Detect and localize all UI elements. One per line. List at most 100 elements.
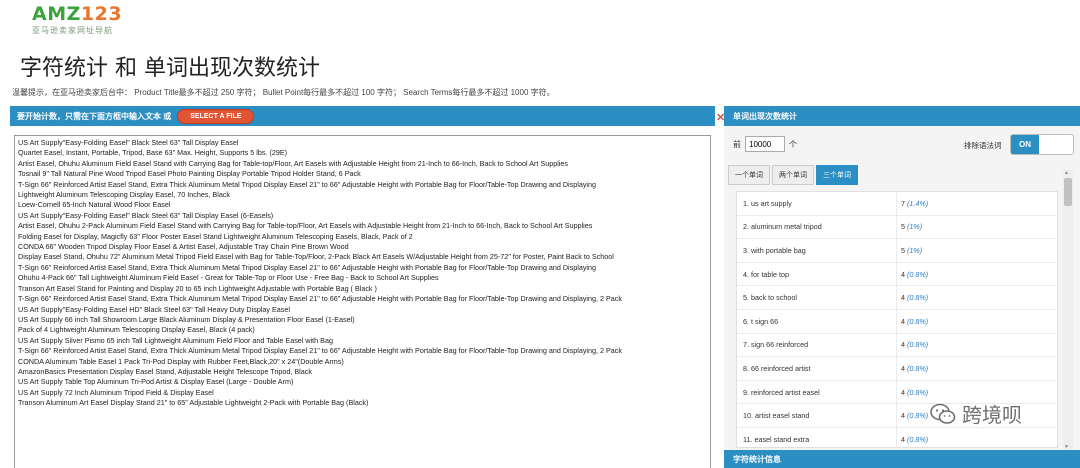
phrase-count: 4: [901, 340, 905, 350]
phrase-percentage: (1%): [907, 245, 923, 255]
input-text-line: Quartet Easel, Instant, Portable, Tripod…: [18, 148, 288, 158]
top-n-control: 前 个: [733, 136, 797, 152]
phrase-count: 4: [901, 293, 905, 303]
phrase-count-cell: 4 (0.8%): [897, 340, 928, 349]
phrase-percentage: (0.8%): [907, 340, 929, 350]
character-stats-header[interactable]: 字符统计信息: [724, 450, 1080, 468]
input-text-line: Pack of 4 Lightweight Aluminum Telescopi…: [18, 325, 255, 335]
phrase-percentage: (0.8%): [907, 316, 929, 326]
top-n-input[interactable]: [745, 136, 785, 152]
input-text-line: US Art Supply Silver Pismo 65 inch Tall …: [18, 335, 333, 345]
input-text-line: T-Sign 66" Reinforced Artist Easel Stand…: [18, 346, 622, 356]
phrase-count-cell: 7 (1.4%): [897, 199, 928, 208]
phrase-text: 3. with portable bag: [737, 239, 897, 262]
page-title: 字符统计 和 单词出现次数统计: [20, 56, 320, 81]
phrase-text: 4. for table top: [737, 262, 897, 286]
input-text-line: T-Sign 66" Reinforced Artist Easel Stand…: [18, 294, 622, 304]
phrase-count-cell: 4 (0.8%): [897, 270, 928, 279]
phrase-percentage: (1%): [907, 222, 923, 232]
input-text-line: Lightweight Aluminum Telescoping Display…: [18, 190, 231, 200]
list-scrollbar[interactable]: ▲ ▼: [1063, 170, 1073, 450]
list-item: 7. sign 66 reinforced 4 (0.8%): [737, 333, 1057, 358]
tab-ngram-3[interactable]: 三个单词: [816, 165, 858, 185]
phrase-percentage: (0.8%): [907, 411, 929, 421]
input-text-line: US Art Supply Table Top Aluminum Tri-Pod…: [18, 377, 294, 387]
top-n-suffix: 个: [789, 139, 797, 149]
word-frequency-header: 单词出现次数统计: [724, 106, 1080, 126]
list-item: 1. us art supply 7 (1.4%): [737, 192, 1057, 216]
phrase-percentage: (0.8%): [907, 387, 929, 397]
input-text-line: Artist Easel, Ohuhu Aluminum Field Easel…: [18, 158, 568, 168]
input-text-line: CONDA 66" Wooden Tripod Display Floor Ea…: [18, 242, 349, 252]
scroll-thumb[interactable]: [1064, 178, 1072, 206]
input-text-line: T-Sign 66" Reinforced Artist Easel Stand…: [18, 262, 597, 272]
phrase-percentage: (0.8%): [907, 293, 929, 303]
phrase-count-cell: 4 (0.8%): [897, 435, 928, 444]
phrase-text: 7. sign 66 reinforced: [737, 333, 897, 357]
list-item: 11. easel stand extra 4 (0.8%): [737, 427, 1057, 447]
select-file-button[interactable]: SELECT A FILE: [177, 108, 255, 124]
exclude-grammar-words-label: 排除语法词: [964, 141, 1002, 150]
phrase-count-cell: 4 (0.8%): [897, 293, 928, 302]
input-text-line: CONDA Aluminum Table Easel 1 Pack Tri-Po…: [18, 356, 344, 366]
phrase-text: 2. aluminum metal tripod: [737, 215, 897, 239]
list-item: 8. 66 reinforced artist 4 (0.8%): [737, 357, 1057, 381]
input-text-line: AmazonBasics Presentation Display Easel …: [18, 366, 312, 376]
input-text-line: US Art Supply"Easy-Folding Easel" Black …: [18, 138, 239, 147]
logo-brand-a: AMZ: [32, 3, 81, 25]
phrase-percentage: (0.8%): [907, 363, 929, 373]
phrase-percentage: (1.4%): [907, 198, 929, 208]
list-item: 3. with portable bag 5 (1%): [737, 239, 1057, 263]
input-text-line: US Art Supply"Easy-Folding Easel HD" Bla…: [18, 304, 290, 314]
phrase-text: 10. artist easel stand: [737, 404, 897, 427]
hint-text: 温馨提示，在亚马逊卖家后台中： Product Title最多不超过 250 字…: [12, 88, 555, 97]
phrase-count: 4: [901, 269, 905, 279]
top-n-prefix: 前: [733, 139, 741, 149]
phrase-count: 7: [901, 198, 905, 208]
phrase-text: 1. us art supply: [737, 192, 897, 215]
phrase-percentage: (0.8%): [907, 269, 929, 279]
phrase-text: 11. easel stand extra: [737, 427, 897, 447]
input-instructions: 要开始计数，只需在下面方框中输入文本 或: [17, 111, 172, 121]
input-text-line: Transon Aluminum Art Easel Display Stand…: [18, 398, 369, 408]
list-item: 2. aluminum metal tripod 5 (1%): [737, 215, 1057, 240]
phrase-count: 4: [901, 411, 905, 421]
word-frequency-panel: 单词出现次数统计 前 个 排除语法词 ON 一个单词两个单词三个单词 1. us…: [724, 106, 1080, 468]
text-input-area[interactable]: US Art Supply"Easy-Folding Easel" Black …: [14, 135, 711, 468]
scroll-up-icon[interactable]: ▲: [1064, 170, 1069, 176]
phrase-count: 4: [901, 434, 905, 444]
ngram-tabs: 一个单词 两个单词 三个单词: [728, 165, 860, 185]
tab-ngram-2[interactable]: 两个单词: [772, 165, 814, 185]
input-text-line: US Art Supply 72 Inch Aluminum Tripod Fi…: [18, 387, 214, 397]
input-text-line: US Art Supply 66 inch Tall Showroom Larg…: [18, 314, 355, 324]
tab-ngram-1[interactable]: 一个单词: [728, 165, 770, 185]
list-item: 5. back to school 4 (0.8%): [737, 286, 1057, 310]
watermark: 跨境呗: [930, 399, 1022, 428]
site-logo[interactable]: AMZ123 亚马逊卖家网址导航: [32, 4, 122, 36]
phrase-count-cell: 5 (1%): [897, 222, 922, 231]
text-input-panel: 要开始计数，只需在下面方框中输入文本 或 SELECT A FILE US Ar…: [10, 106, 715, 468]
phrase-text: 5. back to school: [737, 286, 897, 309]
phrase-count: 5: [901, 245, 905, 255]
wechat-icon: [930, 403, 956, 424]
phrase-count-cell: 4 (0.8%): [897, 317, 928, 326]
logo-brand-b: 123: [80, 3, 123, 25]
phrase-text: 9. reinforced artist easel: [737, 380, 897, 404]
input-text-line: T-Sign 66" Reinforced Artist Easel Stand…: [18, 179, 597, 189]
watermark-text: 跨境呗: [962, 403, 1022, 427]
exclude-grammar-words-toggle[interactable]: ON: [1010, 134, 1074, 155]
input-text-line: Folding Easel for Display, Magicfly 63" …: [18, 231, 413, 241]
input-text-line: Loew-Cornell 65-Inch Natural Wood Floor …: [18, 200, 171, 210]
phrase-count-cell: 4 (0.8%): [897, 411, 928, 420]
phrase-count: 5: [901, 222, 905, 232]
input-text-line: Tosnail 9" Tall Natural Pine Wood Tripod…: [18, 169, 361, 179]
phrase-count: 4: [901, 363, 905, 373]
input-text-line: Artist Easel, Ohuhu 2-Pack Aluminum Fiel…: [18, 221, 593, 231]
phrase-count-cell: 4 (0.8%): [897, 364, 928, 373]
phrase-text: 6. t sign 66: [737, 309, 897, 333]
input-text-line: Transon Art Easel Stand for Painting and…: [18, 283, 377, 293]
list-item: 6. t sign 66 4 (0.8%): [737, 309, 1057, 334]
phrase-text: 8. 66 reinforced artist: [737, 357, 897, 380]
logo-wordmark: AMZ123: [32, 4, 122, 24]
phrase-percentage: (0.8%): [907, 434, 929, 444]
